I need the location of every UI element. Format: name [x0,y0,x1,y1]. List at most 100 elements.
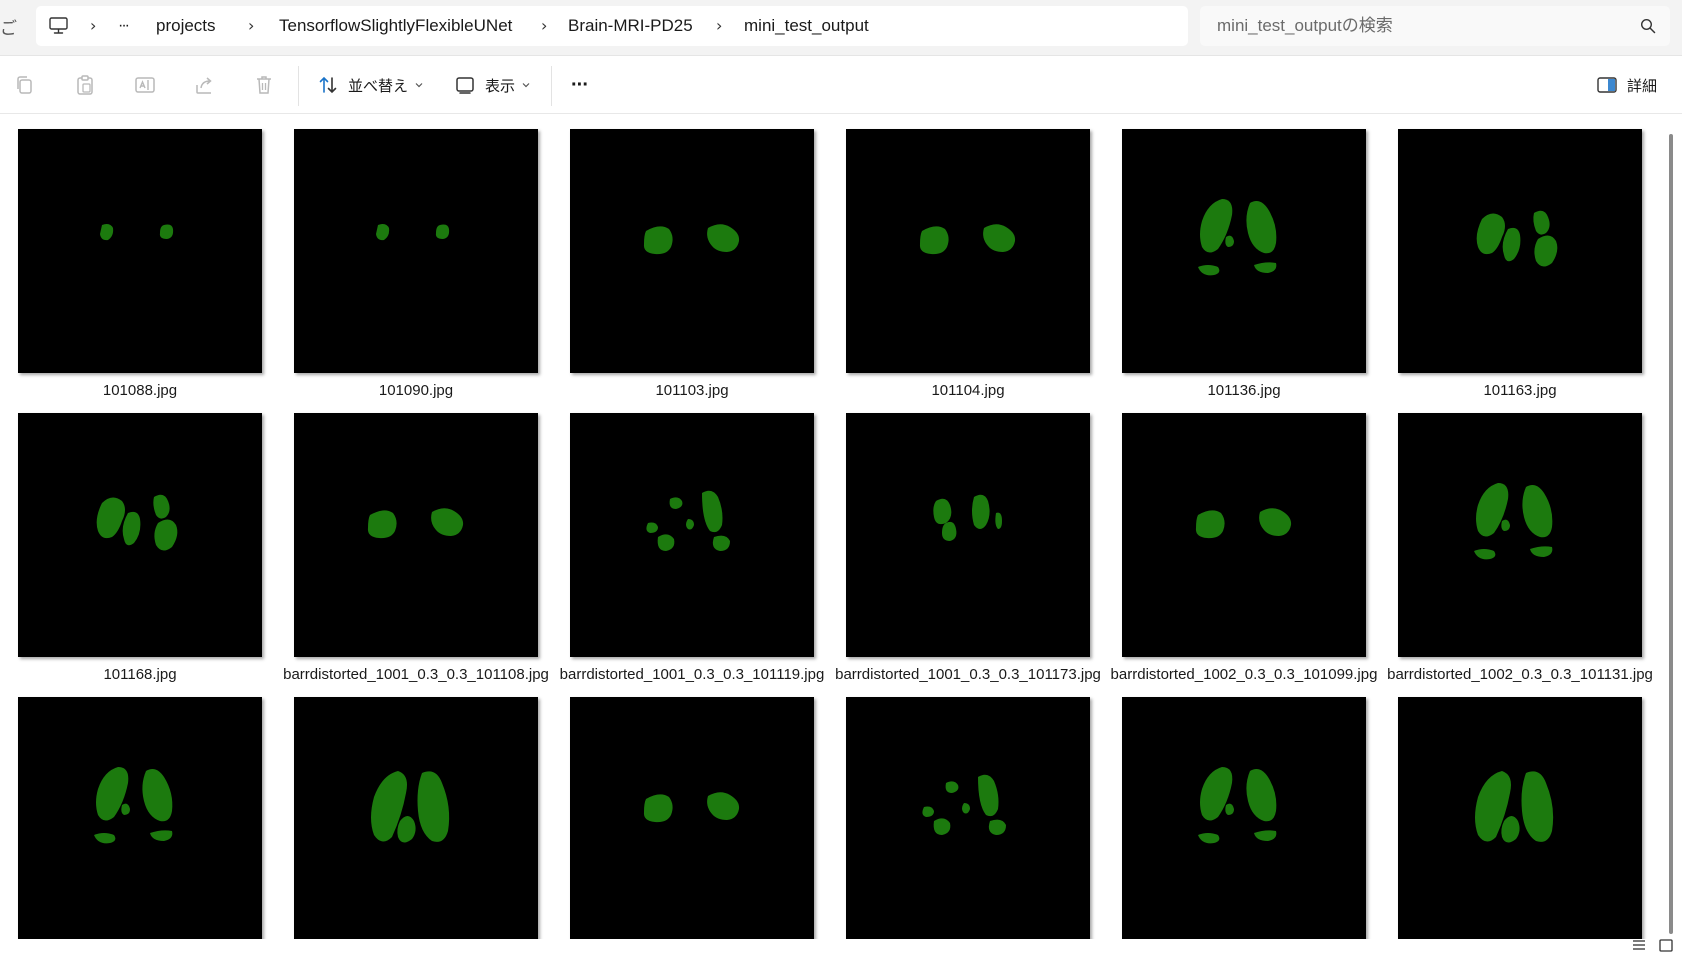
details-view-icon[interactable] [1632,939,1646,951]
this-pc-icon[interactable] [49,17,68,35]
file-thumbnail[interactable] [570,697,814,939]
file-thumbnail[interactable] [294,697,538,939]
mask-region [1259,508,1292,536]
breadcrumb-separator-icon: › [90,16,97,35]
breadcrumb-item-dataset[interactable]: Brain-MRI-PD25 [568,6,693,46]
view-button[interactable]: 表示 [455,70,531,100]
segmentation-mask [376,224,450,241]
file-thumbnail[interactable] [1398,129,1642,373]
mask-region [96,497,125,539]
breadcrumb[interactable]: › ··· projects › TensorflowSlightlyFlexi… [36,6,1188,46]
copy-icon[interactable] [13,73,37,97]
breadcrumb-item-unet[interactable]: TensorflowSlightlyFlexibleUNet [279,6,512,46]
vertical-scrollbar[interactable] [1666,115,1676,935]
file-thumbnail[interactable] [18,697,262,939]
segmentation-mask [1474,483,1553,560]
file-name: barrdistorted_1002_0.3_0.3_101131.jpg [1387,666,1653,683]
mask-region [100,224,114,241]
breadcrumb-item-current-folder[interactable]: mini_test_output [744,6,869,46]
file-thumbnail[interactable] [1122,697,1366,939]
file-thumbnail[interactable] [294,129,538,373]
view-label: 表示 [485,77,516,95]
file-name: 101168.jpg [103,666,177,683]
delete-icon[interactable] [252,73,276,97]
mask-region [1254,830,1277,841]
mask-region [367,510,397,539]
file-thumbnail[interactable] [18,129,262,373]
mask-region [707,224,740,252]
segmentation-mask [933,494,1002,541]
mask-region [995,512,1002,529]
mask-region [643,226,673,255]
file-thumbnail[interactable] [1122,413,1366,657]
mask-region [712,535,730,551]
mask-region [972,494,990,529]
large-icons-view-icon[interactable] [1659,939,1673,952]
file-thumbnail[interactable] [18,413,262,657]
mask-region [922,806,934,817]
command-bar: 並べ替え 表示 ··· 詳細 [0,56,1682,114]
sort-button[interactable]: 並べ替え [318,70,424,100]
details-pane-icon [1597,77,1617,93]
segmentation-mask [367,508,464,539]
more-options-button[interactable]: ··· [571,70,589,100]
search-input[interactable] [1200,6,1620,46]
view-icon [456,77,474,94]
segmentation-mask [922,774,1006,835]
segmentation-mask [94,767,173,844]
mask-region [153,494,170,519]
file-thumbnail[interactable] [570,413,814,657]
mask-region [1225,803,1234,815]
mask-region [1254,262,1277,273]
mask-region [1476,213,1505,255]
mask-region [1474,549,1496,560]
breadcrumb-separator-icon: › [248,16,255,35]
file-thumbnail[interactable] [1398,697,1642,939]
mask-region [919,226,949,255]
file-thumbnail[interactable] [846,413,1090,657]
file-thumbnail[interactable] [846,697,1090,939]
file-grid: 101088.jpg 101090.jpg 101103.jpg 101104.jpg… [0,115,1664,939]
mask-region [933,818,951,835]
mask-region [122,511,141,546]
search-box[interactable] [1200,6,1670,46]
mask-region [397,816,416,843]
file-thumbnail[interactable] [1398,413,1642,657]
file-name: barrdistorted_1002_0.3_0.3_101099.jpg [1110,666,1378,683]
segmentation-mask [1475,771,1554,843]
segmentation-mask [1198,199,1277,276]
segmentation-mask [646,490,730,551]
mask-region [988,819,1006,835]
details-pane-button[interactable]: 詳細 [1597,70,1657,100]
mask-region [1533,210,1550,235]
window-edge-glyph: ご [0,19,17,39]
mask-region [669,497,683,509]
mask-region [933,498,952,525]
breadcrumb-overflow-button[interactable]: ··· [118,6,130,46]
file-thumbnail[interactable] [846,129,1090,373]
breadcrumb-separator-icon: › [716,16,723,35]
mask-region [657,534,675,551]
segmentation-mask [643,792,740,823]
mask-region [702,490,723,533]
mask-region [94,833,116,844]
mask-region [1195,510,1225,539]
mask-region [121,803,130,815]
search-icon[interactable] [1640,18,1656,34]
mask-region [150,830,173,841]
mask-region [1522,485,1553,538]
file-name: barrdistorted_1001_0.3_0.3_101173.jpg [835,666,1101,683]
segmentation-mask [1195,508,1292,539]
file-thumbnail[interactable] [1122,129,1366,373]
rename-icon[interactable] [133,73,157,97]
share-icon[interactable] [193,73,217,97]
paste-icon[interactable] [73,73,97,97]
mask-region [1246,769,1277,822]
mask-region [962,803,970,814]
breadcrumb-item-projects[interactable]: projects [156,6,216,46]
mask-region [1502,227,1521,262]
scrollbar-thumb[interactable] [1669,134,1673,934]
file-thumbnail[interactable] [570,129,814,373]
file-thumbnail[interactable] [294,413,538,657]
mask-region [376,224,390,241]
